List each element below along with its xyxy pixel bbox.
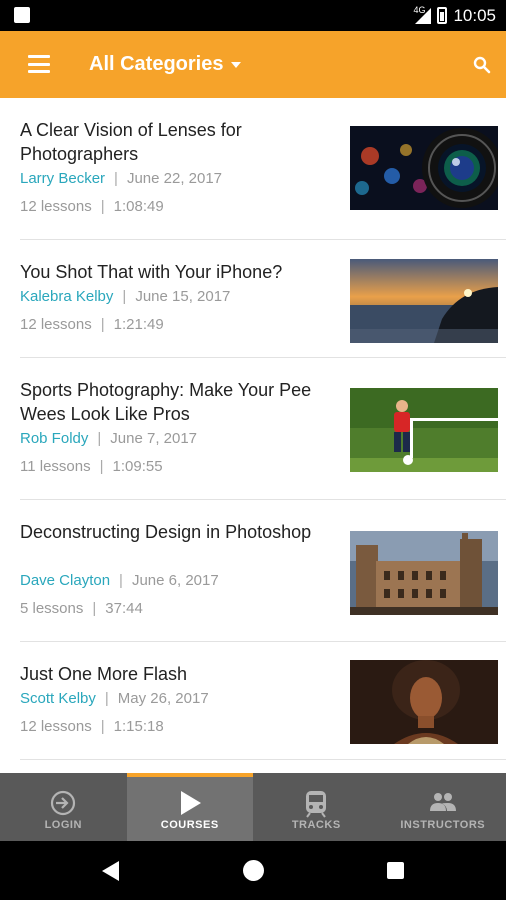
course-duration: 1:08:49 xyxy=(113,198,164,215)
people-icon xyxy=(429,793,456,811)
course-author-date: Scott Kelby | May 26, 2017 xyxy=(20,690,209,707)
caret-down-icon xyxy=(231,61,242,68)
tab-login[interactable]: LOGIN xyxy=(0,773,127,841)
course-stats: 5 lessons | 37:44 xyxy=(20,600,143,617)
course-date: May 26, 2017 xyxy=(117,690,209,707)
hamburger-menu-icon[interactable] xyxy=(28,55,50,73)
play-icon xyxy=(180,791,201,815)
course-title: Just One More Flash xyxy=(20,664,188,684)
network-type: 4G xyxy=(413,4,426,15)
course-author-link[interactable]: Kalebra Kelby xyxy=(20,288,113,305)
course-date: June 15, 2017 xyxy=(135,288,231,305)
sd-card-icon xyxy=(14,7,30,23)
status-bar: 4G 10:05 xyxy=(0,0,506,31)
course-lessons: 12 lessons xyxy=(20,316,92,333)
course-author-date: Kalebra Kelby | June 15, 2017 xyxy=(20,288,231,305)
course-author-link[interactable]: Scott Kelby xyxy=(20,690,96,707)
course-item[interactable]: A Clear Vision of Lenses for Photographe… xyxy=(20,98,506,240)
status-indicators: 4G 10:05 xyxy=(413,0,496,31)
course-date: June 7, 2017 xyxy=(110,430,198,447)
course-item[interactable]: Deconstructing Design in Photoshop Dave … xyxy=(20,500,506,642)
course-thumbnail xyxy=(350,259,498,343)
course-duration: 1:21:49 xyxy=(113,316,164,333)
category-label: All Categories xyxy=(89,53,224,75)
tab-label: LOGIN xyxy=(44,819,82,831)
course-author-date: Dave Clayton | June 6, 2017 xyxy=(20,572,219,589)
course-stats: 12 lessons | 1:15:18 xyxy=(20,718,164,735)
course-duration: 1:09:55 xyxy=(112,458,163,475)
course-thumbnail xyxy=(350,126,498,210)
battery-icon xyxy=(437,7,448,24)
course-lessons: 11 lessons xyxy=(20,458,91,475)
tab-label: INSTRUCTORS xyxy=(400,819,486,831)
course-item[interactable]: Sports Photography: Make Your Pee Wees L… xyxy=(20,358,506,500)
course-author-date: Rob Foldy | June 7, 2017 xyxy=(20,430,198,447)
course-date: June 22, 2017 xyxy=(126,170,223,187)
bottom-nav: LOGIN COURSES TRACKS INSTRUCTORS xyxy=(0,773,506,841)
tab-courses[interactable]: COURSES xyxy=(126,773,253,841)
course-duration: 1:15:18 xyxy=(113,718,164,735)
course-author-link[interactable]: Rob Foldy xyxy=(20,430,88,447)
course-stats: 12 lessons | 1:08:49 xyxy=(20,198,164,215)
back-icon[interactable] xyxy=(102,861,119,881)
course-title: Sports Photography: Make Your Pee Wees L… xyxy=(20,380,312,424)
course-item[interactable]: Just One More Flash Scott Kelby | May 26, … xyxy=(20,642,506,760)
app-bar: All Categories xyxy=(0,31,506,98)
course-lessons: 12 lessons xyxy=(20,718,92,735)
course-title: A Clear Vision of Lenses for Photographe… xyxy=(20,120,242,164)
clock: 10:05 xyxy=(453,5,496,25)
course-thumbnail xyxy=(350,660,498,744)
course-thumbnail xyxy=(350,531,498,615)
course-author-date: Larry Becker | June 22, 2017 xyxy=(20,170,223,187)
course-thumbnail xyxy=(350,388,498,472)
course-list: A Clear Vision of Lenses for Photographe… xyxy=(0,98,506,760)
course-title: You Shot That with Your iPhone? xyxy=(20,262,283,282)
recents-icon[interactable] xyxy=(387,862,404,879)
course-title: Deconstructing Design in Photoshop xyxy=(20,522,312,542)
tab-tracks[interactable]: TRACKS xyxy=(253,773,380,841)
search-icon[interactable] xyxy=(472,55,492,75)
tab-label: COURSES xyxy=(160,819,219,831)
course-lessons: 5 lessons xyxy=(20,600,84,617)
tracks-icon xyxy=(306,791,327,818)
home-icon[interactable] xyxy=(243,860,264,881)
system-nav-bar xyxy=(0,841,506,900)
login-icon xyxy=(51,790,76,816)
course-author-link[interactable]: Larry Becker xyxy=(20,170,105,187)
course-stats: 11 lessons | 1:09:55 xyxy=(20,458,163,475)
course-date: June 6, 2017 xyxy=(131,572,219,589)
tab-instructors[interactable]: INSTRUCTORS xyxy=(380,773,506,841)
signal-icon: 4G xyxy=(413,4,432,24)
course-item[interactable]: You Shot That with Your iPhone? Kalebra … xyxy=(20,240,506,358)
course-stats: 12 lessons | 1:21:49 xyxy=(20,316,164,333)
course-lessons: 12 lessons xyxy=(20,198,92,215)
tab-label: TRACKS xyxy=(291,819,341,831)
category-dropdown[interactable]: All Categories xyxy=(89,53,242,76)
course-duration: 37:44 xyxy=(105,600,143,617)
course-author-link[interactable]: Dave Clayton xyxy=(20,572,110,589)
